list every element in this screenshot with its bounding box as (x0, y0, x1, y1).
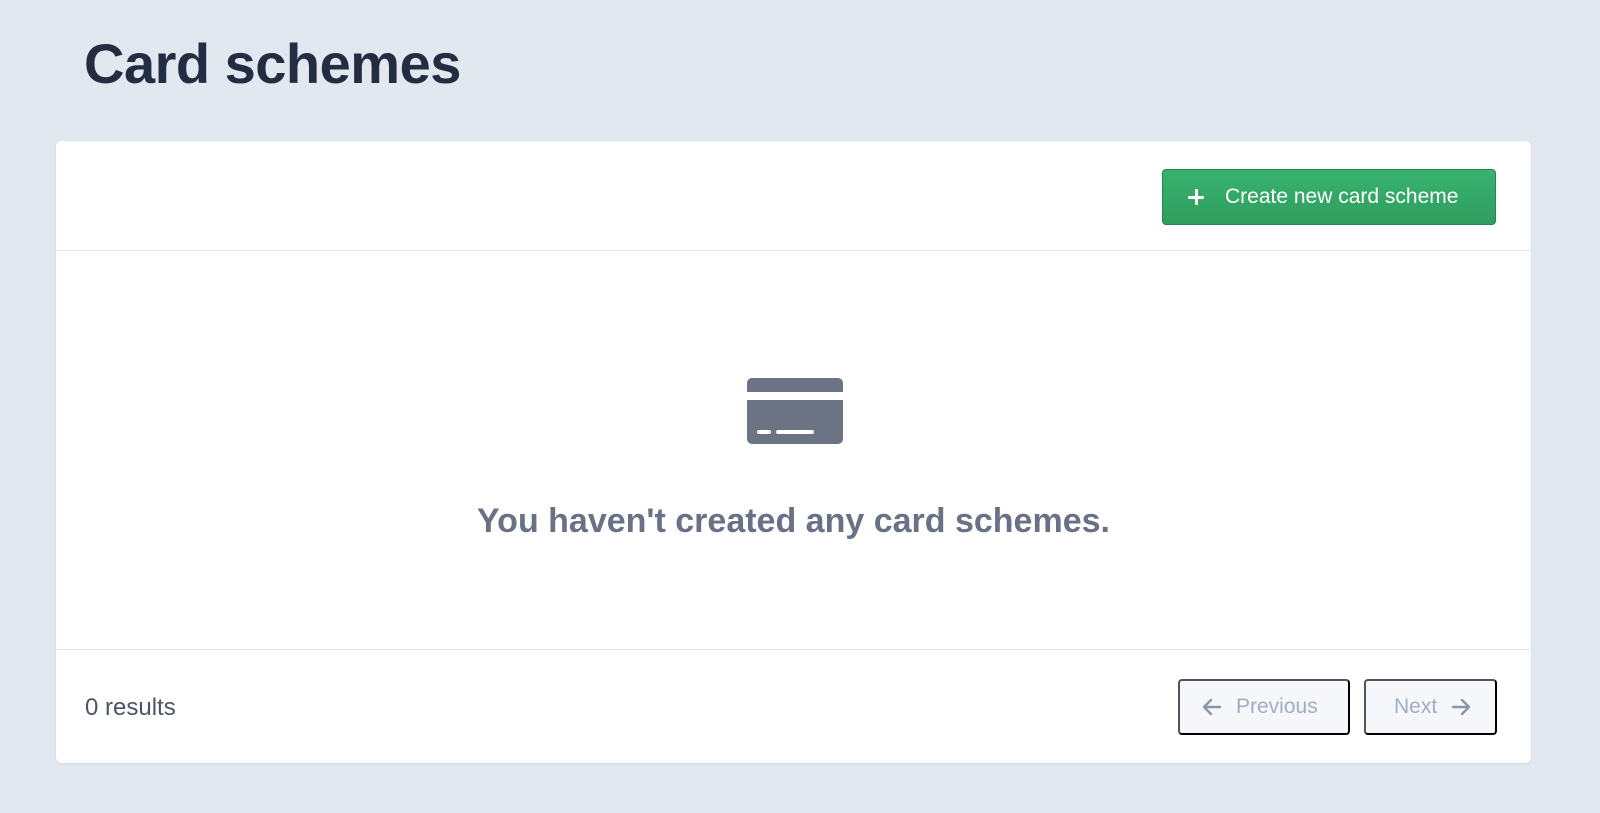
panel-header: Create new card scheme (56, 141, 1531, 251)
arrow-left-icon (1202, 698, 1222, 716)
next-page-button[interactable]: Next (1364, 679, 1497, 735)
next-page-label: Next (1394, 695, 1438, 718)
create-card-scheme-button[interactable]: Create new card scheme (1162, 169, 1496, 225)
panel-footer: 0 results Previous Next (56, 651, 1531, 763)
plus-icon (1187, 188, 1205, 206)
results-count: 0 results (85, 694, 176, 721)
page-title: Card schemes (84, 32, 461, 95)
previous-page-label: Previous (1236, 695, 1318, 718)
arrow-right-icon (1451, 698, 1471, 716)
create-card-scheme-label: Create new card scheme (1225, 185, 1459, 208)
card-schemes-panel: Create new card scheme You haven't creat… (56, 141, 1531, 763)
credit-card-icon (747, 378, 843, 444)
previous-page-button[interactable]: Previous (1178, 679, 1350, 735)
empty-state: You haven't created any card schemes. (56, 252, 1531, 650)
empty-state-message: You haven't created any card schemes. (477, 502, 1110, 540)
